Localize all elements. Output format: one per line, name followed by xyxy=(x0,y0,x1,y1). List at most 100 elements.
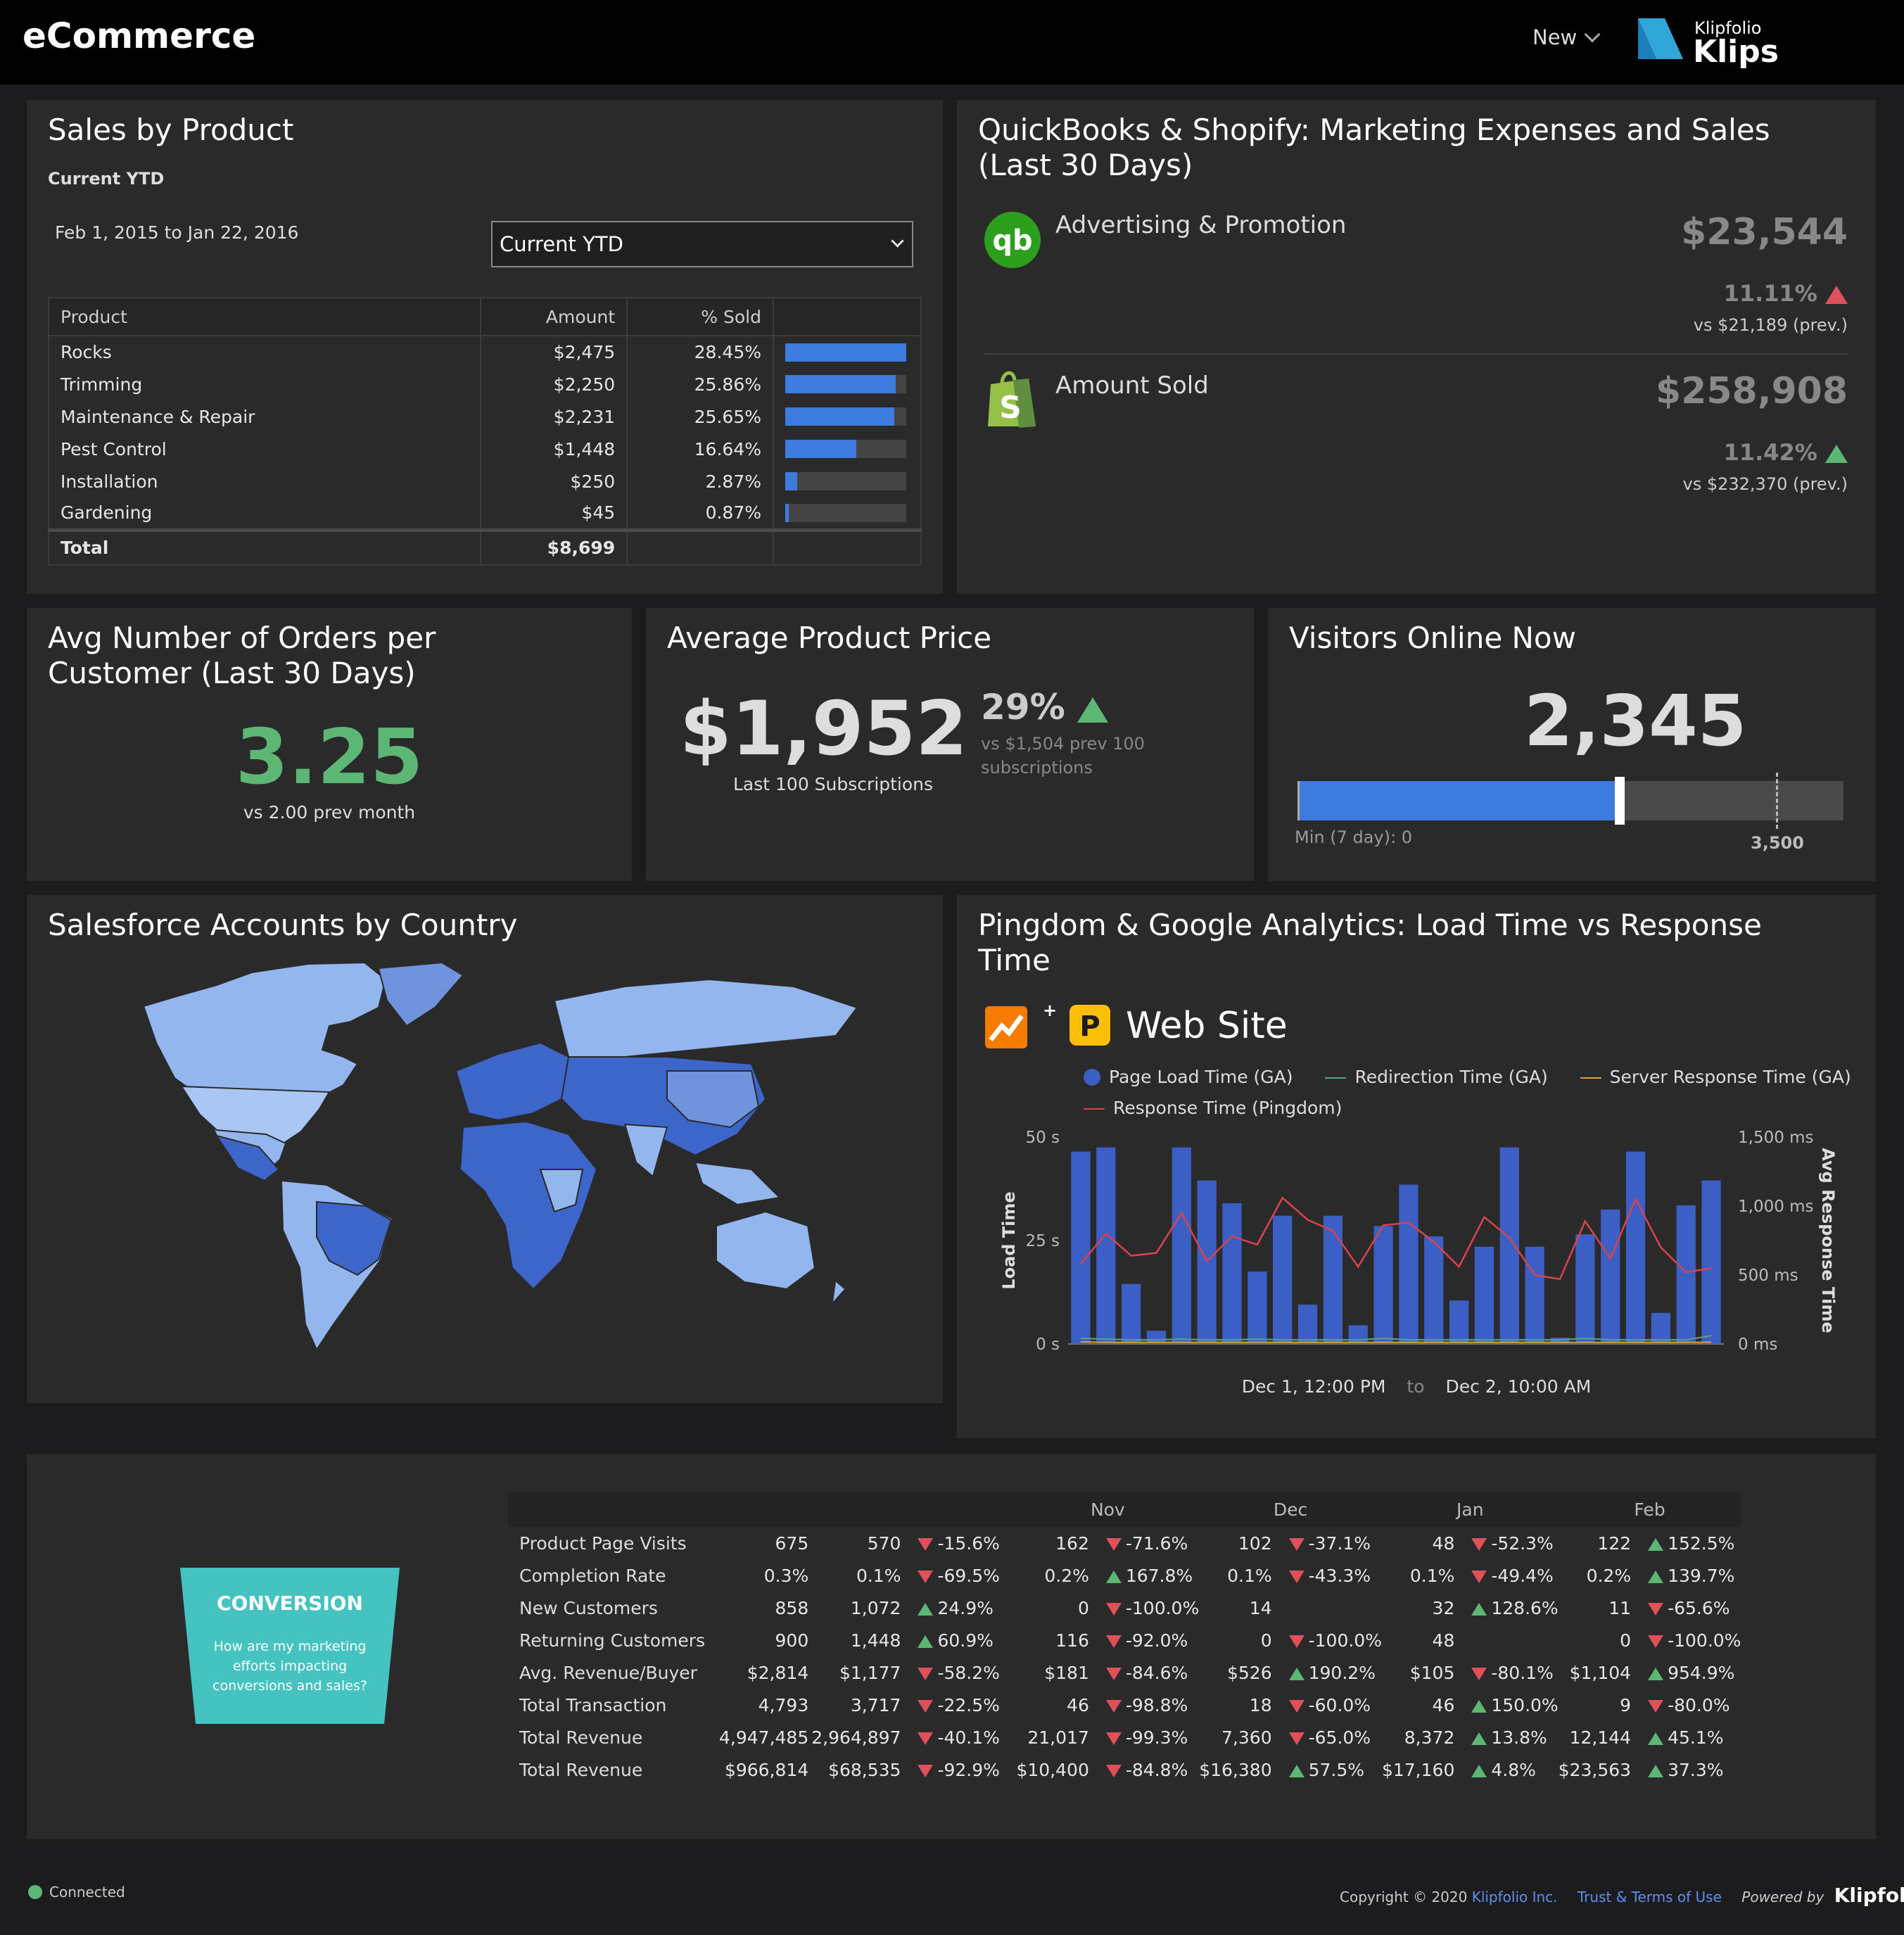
title-line-1: Avg Number of Orders per xyxy=(48,621,436,655)
period-select[interactable]: Current YTD xyxy=(491,221,913,267)
column-header-amount: Amount xyxy=(481,298,628,336)
change-value: 24.9% xyxy=(937,1597,994,1618)
metric-change: -37.1% xyxy=(1288,1527,1382,1559)
title-line-2: Customer (Last 30 Days) xyxy=(48,656,416,690)
pingdom-icon: P xyxy=(1070,1005,1110,1046)
month-header: Dec xyxy=(1199,1492,1382,1527)
change-value: 128.6% xyxy=(1491,1597,1559,1618)
change-value: -98.8% xyxy=(1125,1694,1188,1715)
visitors-target-line xyxy=(1776,773,1779,829)
price-value: $1,952 xyxy=(680,685,968,772)
month-header: Nov xyxy=(1016,1492,1200,1527)
metric-change: -92.9% xyxy=(918,1753,1016,1786)
y-right-tick: 500 ms xyxy=(1738,1267,1798,1285)
product-amount: $1,448 xyxy=(481,433,628,465)
metric-change: -71.6% xyxy=(1105,1527,1199,1559)
metric-value: 0.1% xyxy=(1409,1565,1455,1586)
metric-value: 0 xyxy=(1077,1597,1089,1618)
metric-value: 0 xyxy=(1260,1630,1272,1651)
pct-bar-fill xyxy=(785,375,896,393)
table-row: Total Revenue 4,947,485 2,964,897 -40.1% 21,… xyxy=(508,1721,1741,1753)
map-region-north-america xyxy=(142,961,387,1174)
metric-change xyxy=(1471,1624,1558,1656)
metric-value: 7,360 xyxy=(1221,1727,1272,1748)
up-arrow-icon xyxy=(1648,1537,1664,1551)
footer-links: Copyright © 2020 Klipfolio Inc. Trust & … xyxy=(1340,1884,1904,1907)
legend-line-icon xyxy=(1580,1077,1601,1079)
change-value: 150.0% xyxy=(1491,1694,1559,1715)
badge-text-line: efforts impacting xyxy=(232,1658,348,1674)
metric-label: Product Page Visits xyxy=(519,1533,687,1554)
up-arrow-icon xyxy=(1288,1764,1305,1777)
down-arrow-icon xyxy=(918,1667,934,1680)
advertising-change-value: 11.11% xyxy=(1723,280,1817,307)
change-value: 190.2% xyxy=(1308,1662,1376,1683)
down-arrow-icon xyxy=(918,1764,934,1777)
product-amount: $2,231 xyxy=(481,400,628,433)
bar-page-load xyxy=(1550,1338,1570,1344)
metric-change: -80.0% xyxy=(1648,1689,1741,1721)
month-header: Feb xyxy=(1558,1492,1741,1527)
panel-title: Avg Number of Orders per Customer (Last 3… xyxy=(48,621,436,691)
pct-bar xyxy=(785,472,906,490)
orders-caption: vs 2.00 prev month xyxy=(243,802,416,823)
visitors-value: 2,345 xyxy=(1524,680,1747,762)
legend-item-server-response: Server Response Time (GA) xyxy=(1609,1067,1851,1087)
change-value: 60.9% xyxy=(937,1630,994,1651)
down-arrow-icon xyxy=(1648,1602,1664,1616)
sales-by-product-panel: Sales by Product Current YTD Feb 1, 2015… xyxy=(27,100,943,594)
up-arrow-icon xyxy=(1648,1732,1664,1745)
product-name: Installation xyxy=(49,465,482,497)
change-value: -52.3% xyxy=(1491,1533,1554,1554)
change-value: -84.8% xyxy=(1125,1759,1188,1780)
table-row: Rocks $2,475 28.45% xyxy=(49,336,921,368)
metric-value: $1,104 xyxy=(1569,1662,1632,1683)
visitors-gauge-marker[interactable] xyxy=(1614,777,1625,825)
metric-value: 21,017 xyxy=(1027,1727,1089,1748)
metric-change: -22.5% xyxy=(918,1689,1016,1721)
change-value: -92.0% xyxy=(1125,1630,1188,1651)
product-pct: 0.87% xyxy=(627,497,774,530)
world-map[interactable] xyxy=(132,958,864,1366)
conversion-table: Nov Dec Jan Feb Product Page Visits 675 570 -1… xyxy=(508,1492,1741,1786)
table-row: Completion Rate 0.3% 0.1% -69.5% 0.2% 167.8% 0… xyxy=(508,1559,1741,1592)
amount-sold-change: 11.42% xyxy=(1724,439,1848,466)
price-prev-line-2: subscriptions xyxy=(981,758,1093,778)
column-header-bar xyxy=(773,298,921,336)
down-arrow-icon xyxy=(1105,1732,1122,1745)
down-arrow-icon xyxy=(1105,1635,1122,1648)
metric-value: 11 xyxy=(1608,1597,1632,1618)
month-header: Jan xyxy=(1381,1492,1559,1527)
y-left-tick: 50 s xyxy=(1025,1129,1060,1147)
bar-page-load xyxy=(1424,1236,1444,1344)
metric-change xyxy=(1289,1592,1382,1624)
metric-change: 128.6% xyxy=(1471,1592,1559,1624)
panel-title: Average Product Price xyxy=(667,621,992,655)
change-value: -65.0% xyxy=(1308,1727,1371,1748)
google-analytics-icon xyxy=(985,1006,1027,1048)
bar-page-load xyxy=(1273,1215,1293,1344)
y-left-tick: 25 s xyxy=(1025,1232,1060,1250)
metric-value: $68,535 xyxy=(828,1759,901,1780)
change-value: -40.1% xyxy=(937,1727,1000,1748)
company-link[interactable]: Klipfolio Inc. xyxy=(1472,1889,1558,1905)
metric-label: Avg. Revenue/Buyer xyxy=(519,1662,697,1683)
divider xyxy=(984,353,1848,355)
up-arrow-icon xyxy=(1471,1602,1487,1616)
bar-page-load xyxy=(1222,1203,1242,1344)
metric-change: -100.0% xyxy=(1288,1624,1382,1656)
product-pct: 25.65% xyxy=(627,400,774,433)
up-arrow-icon xyxy=(918,1635,934,1648)
metric-value: 122 xyxy=(1597,1533,1632,1554)
metric-value: 0.2% xyxy=(1586,1565,1632,1586)
new-dropdown-button[interactable]: New xyxy=(1532,25,1601,49)
product-pct: 16.64% xyxy=(627,433,774,465)
metric-change: -15.6% xyxy=(918,1527,1016,1559)
metric-value: 570 xyxy=(867,1533,901,1554)
amount-sold-label: Amount Sold xyxy=(1055,372,1209,400)
down-arrow-icon xyxy=(1105,1667,1122,1680)
metric-base: $966,814 xyxy=(724,1759,809,1780)
metric-value: $1,177 xyxy=(839,1662,901,1683)
total-amount: $8,699 xyxy=(481,528,628,565)
terms-link[interactable]: Trust & Terms of Use xyxy=(1578,1889,1722,1905)
